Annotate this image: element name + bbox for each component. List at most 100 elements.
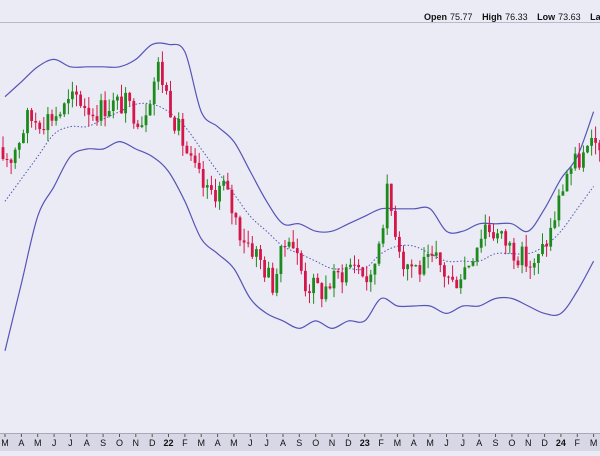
candle: [148, 99, 152, 116]
candle-body: [26, 110, 29, 134]
candle-body: [398, 236, 401, 252]
candle: [573, 146, 577, 171]
candle-body: [377, 243, 381, 264]
candle-body: [120, 96, 123, 114]
candle-body: [353, 264, 356, 266]
candle-body: [426, 254, 430, 257]
candle-body: [594, 138, 597, 143]
candle: [541, 233, 544, 257]
x-tick-label: M: [197, 438, 205, 448]
candlesticks: [1, 51, 600, 308]
x-tick-label: A: [84, 438, 90, 448]
candle-body: [50, 114, 54, 121]
candle: [201, 161, 205, 197]
x-tick-label: A: [280, 438, 286, 448]
candle: [242, 228, 246, 254]
candle: [532, 258, 536, 276]
candle-body: [569, 168, 573, 174]
candle-body: [422, 256, 426, 275]
x-tick-label: N: [525, 438, 532, 448]
candle-body: [312, 277, 315, 294]
candle-body: [410, 264, 414, 267]
x-tick-label: D: [149, 438, 156, 448]
candle: [79, 90, 82, 108]
candle-body: [140, 125, 144, 127]
x-tick-label: J: [248, 438, 253, 448]
candle: [426, 244, 430, 269]
candle-body: [234, 213, 238, 218]
candle-body: [308, 291, 311, 294]
candle: [308, 284, 311, 304]
candle-body: [242, 240, 246, 243]
candle-body: [455, 279, 459, 289]
candle-body: [255, 249, 258, 257]
x-tick-label: A: [215, 438, 221, 448]
candle-body: [316, 277, 320, 284]
candle-body: [336, 271, 340, 273]
candle-body: [128, 92, 132, 101]
candle-body: [463, 267, 467, 280]
candle: [565, 170, 569, 192]
candle: [173, 115, 176, 134]
candle-body: [83, 105, 87, 108]
candle: [30, 107, 33, 128]
candle: [557, 189, 561, 227]
candle-body: [226, 180, 230, 190]
candle: [312, 273, 315, 304]
x-tick-label: M: [230, 438, 238, 448]
price-chart[interactable]: [0, 22, 600, 433]
candle-body: [504, 231, 508, 246]
candle: [295, 238, 299, 265]
candle: [524, 234, 528, 272]
candle: [205, 179, 209, 199]
bollinger-bands: [4, 42, 595, 351]
candle-body: [30, 110, 33, 121]
x-tick-label: 24: [556, 438, 566, 448]
candle: [120, 84, 123, 114]
x-tick-label: J: [264, 438, 269, 448]
candle-body: [22, 133, 25, 144]
low-label: Low: [537, 12, 556, 22]
candle: [324, 275, 328, 302]
candle: [492, 223, 495, 241]
ohlc-readout: Open75.77 High76.33 Low73.63 Last: [424, 12, 600, 22]
candle-body: [34, 121, 38, 123]
candle-body: [136, 123, 140, 127]
candle: [42, 117, 46, 135]
candle: [259, 245, 262, 270]
candle: [361, 266, 365, 278]
candle: [365, 265, 369, 291]
candle: [267, 261, 270, 278]
candle: [586, 145, 589, 154]
candle: [156, 57, 160, 90]
candle-body: [349, 264, 352, 268]
candle-body: [434, 252, 438, 256]
candle: [344, 263, 348, 286]
candle: [398, 231, 401, 258]
candle-body: [46, 114, 50, 131]
candle: [418, 260, 422, 282]
candle: [410, 259, 414, 278]
candle: [140, 116, 144, 129]
candle-body: [488, 224, 491, 233]
candle: [238, 215, 242, 247]
candle: [58, 111, 62, 119]
candle: [255, 246, 258, 268]
candle-body: [582, 152, 585, 168]
candle-body: [483, 224, 487, 239]
x-tick-label: M: [426, 438, 434, 448]
candle: [475, 247, 479, 266]
candle: [17, 141, 21, 159]
candle: [124, 87, 127, 123]
candle-body: [283, 246, 287, 247]
candle-body: [320, 283, 324, 300]
candle: [385, 174, 389, 235]
x-tick-label: J: [444, 438, 449, 448]
candle-body: [516, 260, 520, 266]
candle-body: [5, 159, 9, 160]
x-tick-label: 23: [360, 438, 370, 448]
x-tick-label: O: [312, 438, 319, 448]
candle-body: [205, 185, 209, 188]
candle-body: [271, 267, 275, 293]
candle-body: [165, 85, 168, 91]
